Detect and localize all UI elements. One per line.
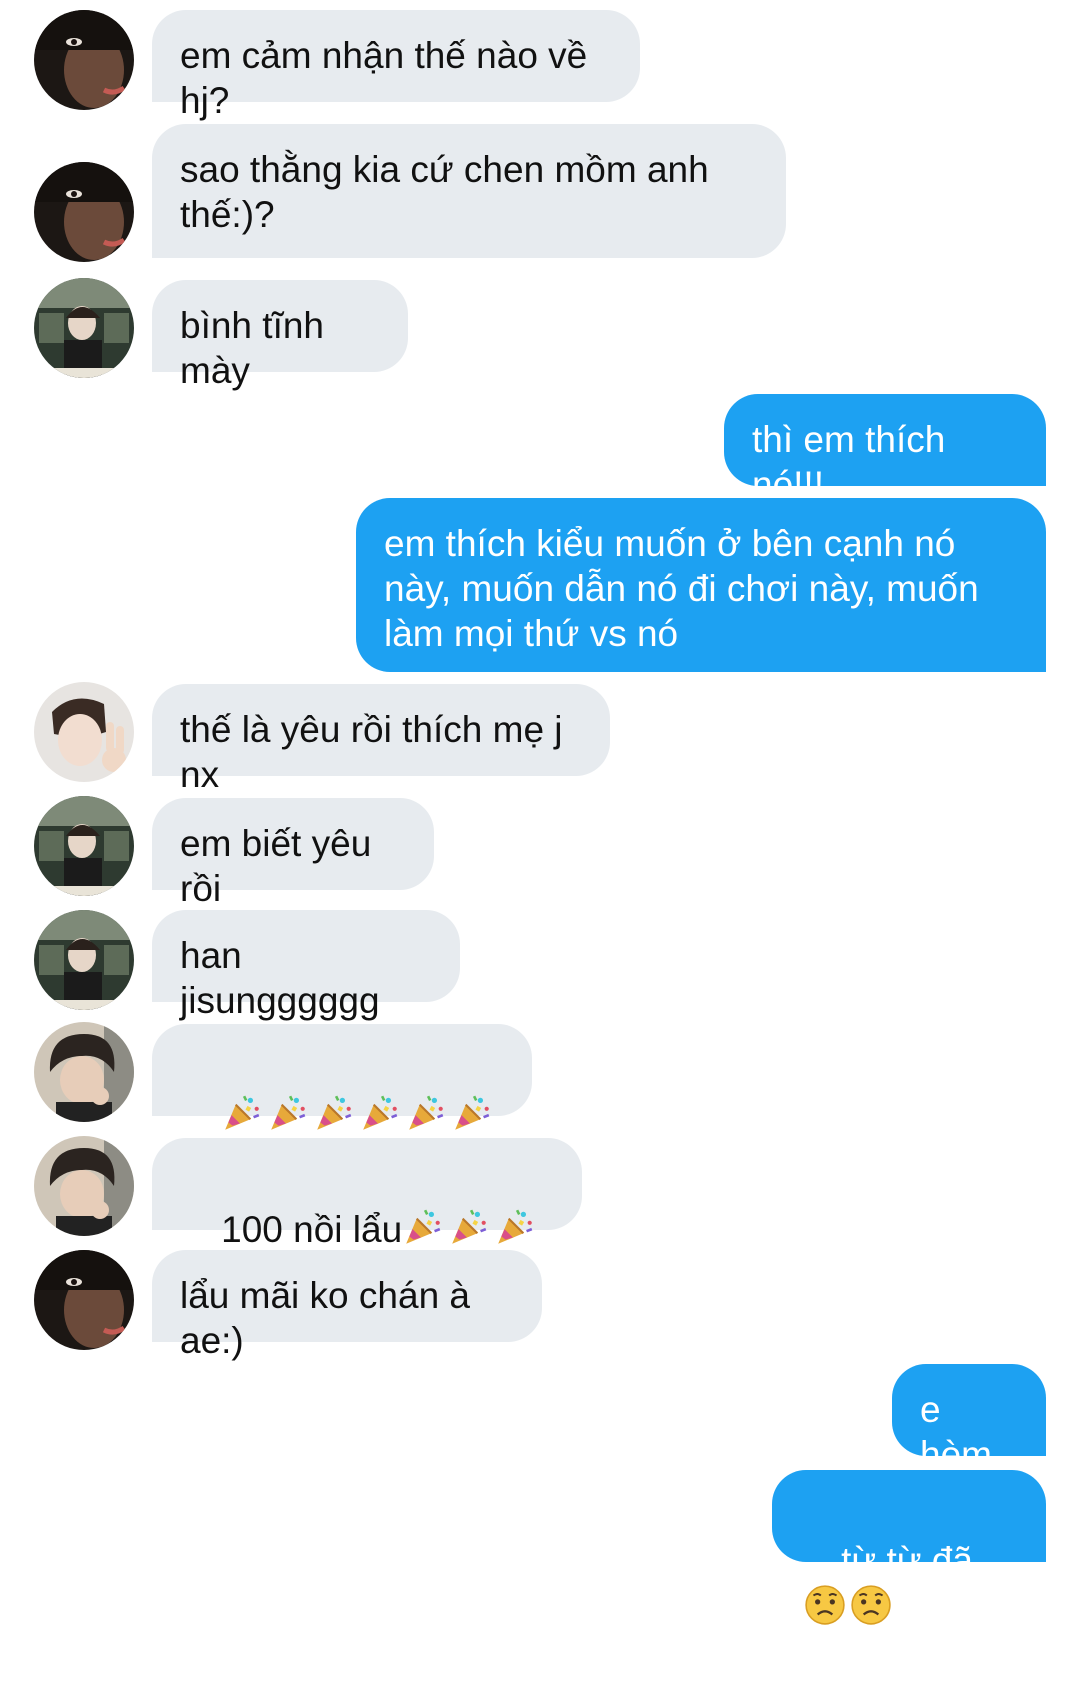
- avatar[interactable]: [34, 910, 134, 1010]
- message-text: từ từ đã: [841, 1540, 973, 1581]
- avatar-hooded-dark-icon: [34, 1250, 134, 1350]
- party-popper-icon: [267, 1092, 309, 1134]
- avatar[interactable]: [34, 1022, 134, 1122]
- worried-face-row: [800, 1585, 892, 1626]
- avatar[interactable]: [34, 162, 134, 262]
- message-bubble[interactable]: bình tĩnh mày: [152, 280, 408, 391]
- party-popper-icon: [359, 1092, 401, 1134]
- party-popper-icon: [448, 1206, 490, 1248]
- message-bubble[interactable]: 100 nồi lẩu: [152, 1138, 582, 1290]
- avatar[interactable]: [34, 796, 134, 896]
- party-popper-icon: [313, 1092, 355, 1134]
- message-bubble[interactable]: từ từ đã: [772, 1470, 1046, 1625]
- worried-face-icon: [804, 1584, 846, 1626]
- avatar[interactable]: [34, 10, 134, 110]
- message-text: 100 nồi lẩu: [221, 1209, 403, 1250]
- message-bubble[interactable]: [152, 1024, 532, 1176]
- message-bubble[interactable]: lẩu mãi ko chán à ae:): [152, 1250, 542, 1361]
- avatar[interactable]: [34, 1250, 134, 1350]
- party-popper-icon: [402, 1206, 444, 1248]
- message-bubble[interactable]: thế là yêu rồi thích mẹ j nx: [152, 684, 610, 795]
- party-popper-icon: [494, 1206, 536, 1248]
- message-bubble[interactable]: han jisungggggg: [152, 910, 460, 1021]
- message-bubble[interactable]: em thích kiểu muốn ở bên cạnh nó này, mu…: [356, 498, 1046, 672]
- message-bubble[interactable]: e hèm: [892, 1364, 1046, 1475]
- message-bubble[interactable]: sao thằng kia cứ chen mồm anh thế:)?: [152, 124, 786, 258]
- avatar-curly-hair-icon: [34, 1136, 134, 1236]
- avatar-train-photo-icon: [34, 796, 134, 896]
- message-bubble[interactable]: em cảm nhận thế nào về hj?: [152, 10, 640, 121]
- avatar-curly-hair-icon: [34, 1022, 134, 1122]
- party-popper-icon: [451, 1092, 493, 1134]
- avatar-train-photo-icon: [34, 278, 134, 378]
- party-popper-icon: [405, 1092, 447, 1134]
- message-bubble[interactable]: em biết yêu rồi: [152, 798, 434, 909]
- avatar[interactable]: [34, 278, 134, 378]
- avatar-hooded-dark-icon: [34, 162, 134, 262]
- message-bubble[interactable]: thì em thích nó!!!: [724, 394, 1046, 505]
- avatar[interactable]: [34, 1136, 134, 1236]
- party-popper-icon: [221, 1092, 263, 1134]
- worried-face-icon: [850, 1584, 892, 1626]
- avatar-hooded-dark-icon: [34, 10, 134, 110]
- avatar-train-photo-icon: [34, 910, 134, 1010]
- avatar[interactable]: [34, 682, 134, 782]
- avatar-peace-sign-icon: [34, 682, 134, 782]
